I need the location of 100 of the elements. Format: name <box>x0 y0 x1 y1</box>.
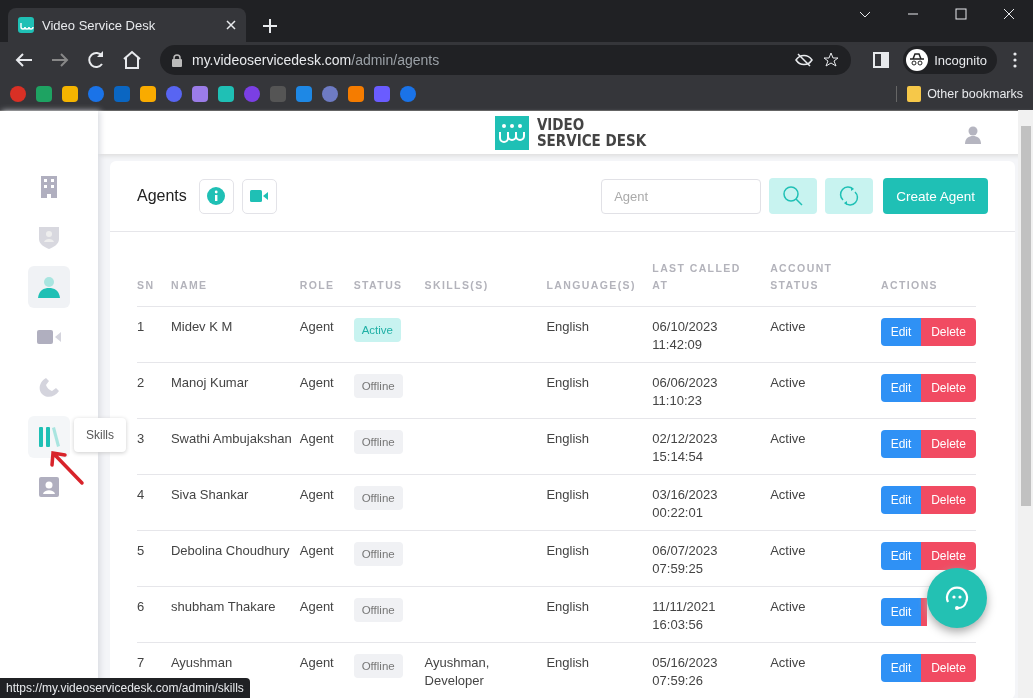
table-cell: Active <box>770 306 881 363</box>
table-cell: 2 <box>137 362 171 419</box>
status-badge: Offline <box>353 374 403 398</box>
bookmark-icon[interactable] <box>88 86 104 102</box>
bookmark-icon[interactable] <box>166 86 182 102</box>
edit-button[interactable]: Edit <box>880 598 921 626</box>
close-icon[interactable] <box>226 20 236 30</box>
table-cell: Agent <box>299 418 354 475</box>
bookmark-icon[interactable] <box>36 86 52 102</box>
delete-button[interactable]: Delete <box>920 430 976 458</box>
delete-button[interactable]: Delete <box>920 486 976 514</box>
column-header: SN <box>137 260 171 307</box>
address-bar[interactable]: my.videoservicedesk.com/admin/agents <box>160 45 852 75</box>
bookmark-icon[interactable] <box>192 86 208 102</box>
table-cell: Debolina Choudhury <box>170 530 300 587</box>
new-tab-icon[interactable] <box>260 16 280 36</box>
bookmark-icon[interactable] <box>218 86 234 102</box>
headset-icon <box>943 584 971 612</box>
edit-button[interactable]: Edit <box>880 318 921 346</box>
other-bookmarks[interactable]: Other bookmarks <box>896 86 1023 102</box>
column-header: ACCOUNT STATUS <box>770 260 881 307</box>
user-icon[interactable] <box>965 126 981 144</box>
status-badge: Offline <box>353 486 403 510</box>
scrollbar[interactable] <box>1018 110 1033 698</box>
column-header: ACTIONS <box>880 260 976 307</box>
table-cell: Agent <box>299 362 354 419</box>
table-cell: 02/12/2023 15:14:54 <box>652 418 771 475</box>
table-cell: English <box>546 306 653 363</box>
table-cell: 11/11/2021 16:03:56 <box>652 586 771 643</box>
bookmark-icon[interactable] <box>348 86 364 102</box>
status-badge: Offline <box>353 654 403 678</box>
video-button[interactable] <box>241 178 277 214</box>
column-header: LAST CALLED AT <box>652 260 771 307</box>
star-icon[interactable] <box>823 52 840 68</box>
bookmark-icon[interactable] <box>270 86 286 102</box>
table-cell: 06/10/2023 11:42:09 <box>652 306 771 363</box>
eye-slash-icon[interactable] <box>795 53 814 67</box>
table-cell: English <box>546 586 653 643</box>
bookmark-icon[interactable] <box>140 86 156 102</box>
edit-button[interactable]: Edit <box>880 542 921 570</box>
table-cell: Ayushman, Developer <box>424 642 547 698</box>
refresh-button[interactable] <box>825 178 874 214</box>
logo-text: VIDEO SERVICE DESK <box>536 116 647 149</box>
table-cell: English <box>546 418 653 475</box>
close-icon[interactable] <box>1003 8 1015 20</box>
bookmark-icon[interactable] <box>296 86 312 102</box>
bookmark-icon[interactable] <box>114 86 130 102</box>
search-field[interactable]: Agent <box>601 178 762 214</box>
table-cell: Active <box>770 586 881 643</box>
shield-icon <box>39 225 59 249</box>
table-cell: English <box>546 642 653 698</box>
column-header: STATUS <box>353 260 425 307</box>
table-cell: Siva Shankar <box>170 474 300 531</box>
maximize-icon[interactable] <box>955 8 967 20</box>
table-cell: shubham Thakare <box>170 586 300 643</box>
delete-button[interactable]: Delete <box>920 318 976 346</box>
status-badge: Offline <box>353 598 403 622</box>
table-cell: Active <box>770 362 881 419</box>
building-icon <box>40 176 58 198</box>
bookmark-icon[interactable] <box>244 86 260 102</box>
side-panel-icon[interactable] <box>873 52 890 68</box>
table-cell: Agent <box>299 642 354 698</box>
search-button[interactable] <box>769 178 818 214</box>
kebab-menu-icon[interactable] <box>1013 52 1017 68</box>
edit-button[interactable]: Edit <box>880 430 921 458</box>
refresh-icon <box>839 186 860 206</box>
page-title: Agents <box>137 187 187 205</box>
table-cell: Active <box>770 474 881 531</box>
column-header: SKILLS(S) <box>424 260 547 307</box>
table-cell: 03/16/2023 00:22:01 <box>652 474 771 531</box>
status-badge: Offline <box>353 430 403 454</box>
delete-button[interactable]: Delete <box>920 654 976 682</box>
video-camera-icon <box>37 330 61 344</box>
edit-button[interactable]: Edit <box>880 654 921 682</box>
bookmark-icon[interactable] <box>62 86 78 102</box>
bookmark-icon[interactable] <box>400 86 416 102</box>
browser-tab[interactable]: Video Service Desk <box>8 8 246 42</box>
profile-button[interactable]: Incognito <box>903 46 997 74</box>
edit-button[interactable]: Edit <box>880 374 921 402</box>
bookmark-icon[interactable] <box>322 86 338 102</box>
books-icon <box>38 426 60 448</box>
info-button[interactable] <box>198 178 234 214</box>
delete-button[interactable]: Delete <box>920 374 976 402</box>
table-cell: 6 <box>137 586 171 643</box>
delete-button[interactable]: Delete <box>920 542 976 570</box>
table-cell: 06/07/2023 07:59:25 <box>652 530 771 587</box>
table-cell: 3 <box>137 418 171 475</box>
column-header: LANGUAGE(S) <box>546 260 653 307</box>
app-logo-icon <box>18 17 34 33</box>
create-agent-button[interactable]: Create Agent <box>883 178 988 214</box>
bookmark-icon[interactable] <box>10 86 26 102</box>
person-icon <box>38 276 60 298</box>
table-cell: Agent <box>299 306 354 363</box>
contact-card-icon <box>39 477 59 497</box>
column-header: ROLE <box>299 260 354 307</box>
edit-button[interactable]: Edit <box>880 486 921 514</box>
bookmark-icon[interactable] <box>374 86 390 102</box>
incognito-icon <box>906 49 929 71</box>
annotation-arrow-drawing <box>48 449 86 487</box>
sidebar-item[interactable] <box>28 266 70 308</box>
